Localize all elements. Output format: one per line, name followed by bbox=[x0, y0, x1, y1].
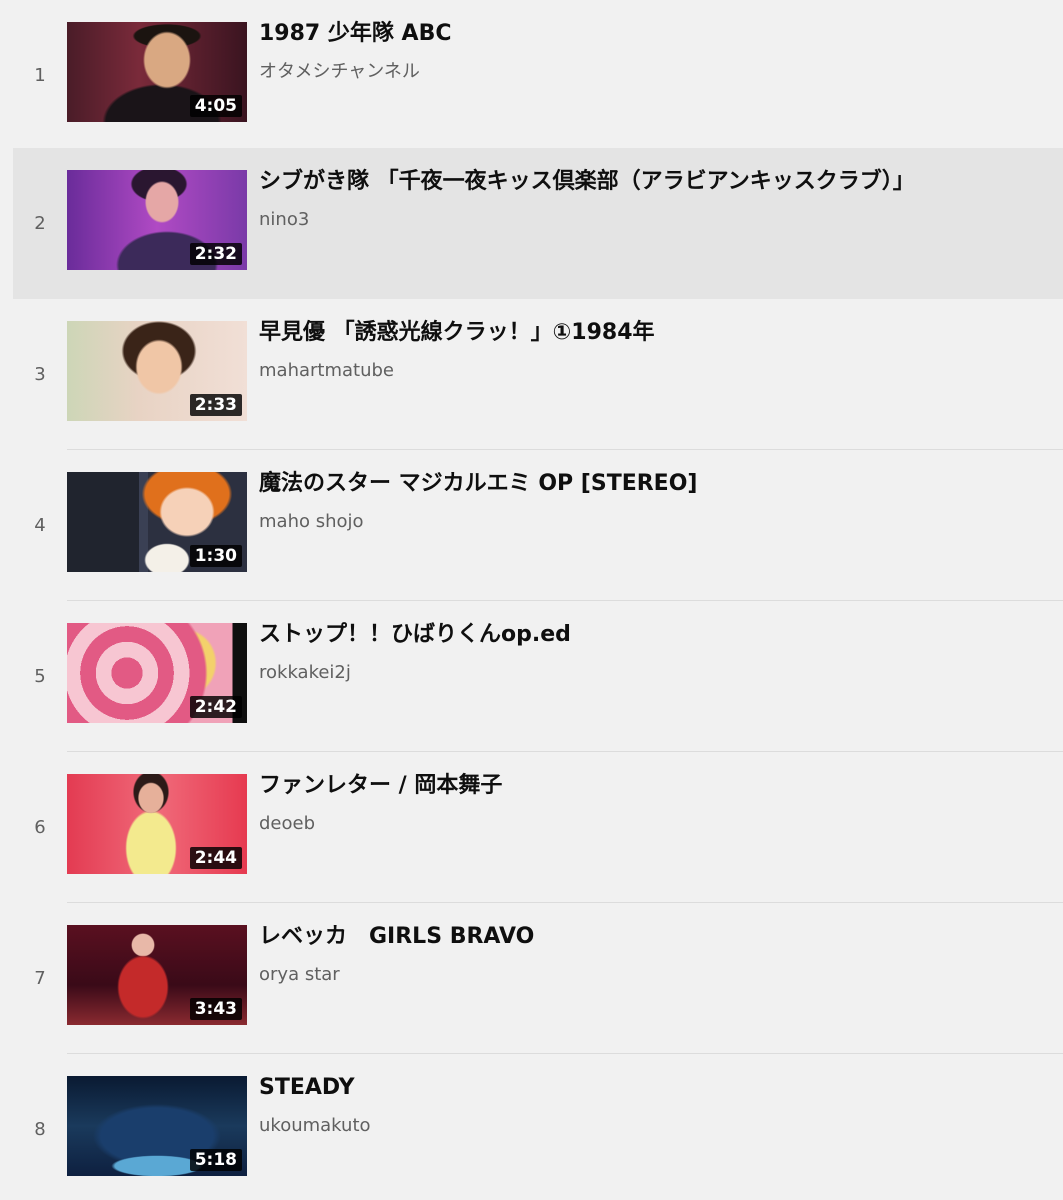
playlist-item-index: 7 bbox=[34, 968, 46, 989]
video-title[interactable]: 1987 少年隊 ABC bbox=[259, 20, 1055, 48]
video-thumbnail[interactable]: 1:30 bbox=[67, 472, 247, 572]
playlist-item-index: 6 bbox=[34, 817, 46, 838]
playlist-item-index: 8 bbox=[34, 1119, 46, 1140]
video-title[interactable]: ファンレター / 岡本舞子 bbox=[259, 772, 1055, 800]
video-title[interactable]: ストップ！！ひばりくんop.ed bbox=[259, 621, 1055, 649]
channel-name[interactable]: rokkakei2j bbox=[259, 661, 1055, 685]
playlist-item[interactable]: 4 1:30 魔法のスター マジカルエミ OP [STEREO] maho sh… bbox=[13, 450, 1063, 601]
channel-name[interactable]: orya star bbox=[259, 963, 1055, 987]
duration-badge: 4:05 bbox=[189, 95, 242, 117]
video-thumbnail[interactable]: 2:32 bbox=[67, 170, 247, 270]
playlist-item-index: 1 bbox=[34, 65, 46, 86]
video-title[interactable]: レベッカ GIRLS BRAVO bbox=[259, 923, 1055, 951]
video-meta: シブがき隊 「千夜一夜キッス倶楽部（アラビアンキッスクラブ）」 nino3 bbox=[259, 168, 1055, 232]
playlist-item[interactable]: 1 4:05 1987 少年隊 ABC オタメシチャンネル bbox=[13, 0, 1063, 151]
playlist-panel: 1 4:05 1987 少年隊 ABC オタメシチャンネル 2 2:32 シブが… bbox=[0, 0, 1063, 1200]
video-thumbnail[interactable]: 5:18 bbox=[67, 1076, 247, 1176]
playlist-item-selected[interactable]: 2 2:32 シブがき隊 「千夜一夜キッス倶楽部（アラビアンキッスクラブ）」 n… bbox=[13, 148, 1063, 299]
video-title[interactable]: シブがき隊 「千夜一夜キッス倶楽部（アラビアンキッスクラブ）」 bbox=[259, 168, 1055, 196]
video-meta: 早見優 「誘惑光線クラッ！」①1984年 mahartmatube bbox=[259, 319, 1055, 383]
duration-badge: 1:30 bbox=[189, 545, 242, 567]
channel-name[interactable]: ukoumakuto bbox=[259, 1114, 1055, 1138]
video-thumbnail[interactable]: 2:33 bbox=[67, 321, 247, 421]
video-meta: ファンレター / 岡本舞子 deoeb bbox=[259, 772, 1055, 836]
video-thumbnail[interactable]: 2:44 bbox=[67, 774, 247, 874]
video-title[interactable]: STEADY bbox=[259, 1074, 1055, 1102]
duration-badge: 2:33 bbox=[189, 394, 242, 416]
playlist-item-index: 5 bbox=[34, 666, 46, 687]
channel-name[interactable]: nino3 bbox=[259, 208, 1055, 232]
playlist-item-index: 2 bbox=[34, 213, 46, 234]
playlist-item[interactable]: 6 2:44 ファンレター / 岡本舞子 deoeb bbox=[13, 752, 1063, 903]
duration-badge: 2:32 bbox=[189, 243, 242, 265]
playlist-item-index: 4 bbox=[34, 515, 46, 536]
duration-badge: 3:43 bbox=[189, 998, 242, 1020]
video-thumbnail[interactable]: 2:42 bbox=[67, 623, 247, 723]
playlist-item[interactable]: 5 2:42 ストップ！！ひばりくんop.ed rokkakei2j bbox=[13, 601, 1063, 752]
channel-name[interactable]: deoeb bbox=[259, 812, 1055, 836]
video-meta: レベッカ GIRLS BRAVO orya star bbox=[259, 923, 1055, 987]
channel-name[interactable]: mahartmatube bbox=[259, 359, 1055, 383]
video-meta: ストップ！！ひばりくんop.ed rokkakei2j bbox=[259, 621, 1055, 685]
playlist-item[interactable]: 8 5:18 STEADY ukoumakuto bbox=[13, 1054, 1063, 1200]
playlist-item[interactable]: 3 2:33 早見優 「誘惑光線クラッ！」①1984年 mahartmatube bbox=[13, 299, 1063, 450]
video-thumbnail[interactable]: 3:43 bbox=[67, 925, 247, 1025]
duration-badge: 5:18 bbox=[189, 1149, 242, 1171]
playlist-item[interactable]: 7 3:43 レベッカ GIRLS BRAVO orya star bbox=[13, 903, 1063, 1054]
channel-name[interactable]: オタメシチャンネル bbox=[259, 60, 1055, 84]
video-meta: 1987 少年隊 ABC オタメシチャンネル bbox=[259, 20, 1055, 84]
playlist-item-index: 3 bbox=[34, 364, 46, 385]
channel-name[interactable]: maho shojo bbox=[259, 510, 1055, 534]
duration-badge: 2:42 bbox=[189, 696, 242, 718]
video-meta: 魔法のスター マジカルエミ OP [STEREO] maho shojo bbox=[259, 470, 1055, 534]
video-title[interactable]: 早見優 「誘惑光線クラッ！」①1984年 bbox=[259, 319, 1055, 347]
video-thumbnail[interactable]: 4:05 bbox=[67, 22, 247, 122]
duration-badge: 2:44 bbox=[189, 847, 242, 869]
video-title[interactable]: 魔法のスター マジカルエミ OP [STEREO] bbox=[259, 470, 1055, 498]
video-meta: STEADY ukoumakuto bbox=[259, 1074, 1055, 1138]
